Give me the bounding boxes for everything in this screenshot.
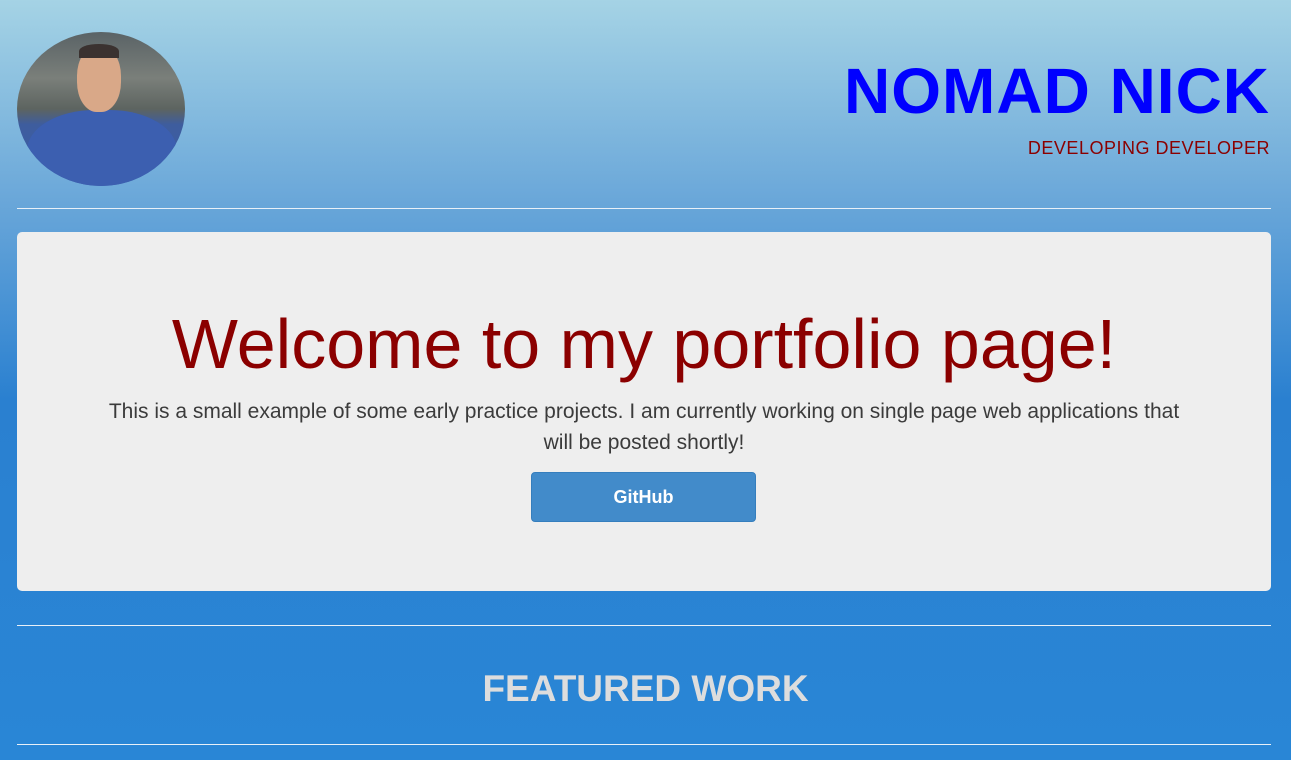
welcome-heading: Welcome to my portfolio page!: [171, 305, 1117, 383]
divider: [17, 208, 1271, 209]
divider: [17, 625, 1271, 626]
featured-work-heading: FEATURED WORK: [482, 668, 809, 709]
photo-shirt: [27, 110, 177, 186]
site-title: NOMAD NICK: [844, 55, 1270, 127]
welcome-text: This is a small example of some early pr…: [108, 400, 1180, 454]
github-button[interactable]: GitHub: [531, 472, 756, 522]
profile-photo: [17, 32, 185, 186]
divider: [17, 744, 1271, 745]
photo-hair: [79, 44, 119, 58]
welcome-jumbotron: Welcome to my portfolio page! This is a …: [17, 232, 1271, 591]
site-tagline: DEVELOPING DEVELOPER: [1027, 138, 1270, 158]
